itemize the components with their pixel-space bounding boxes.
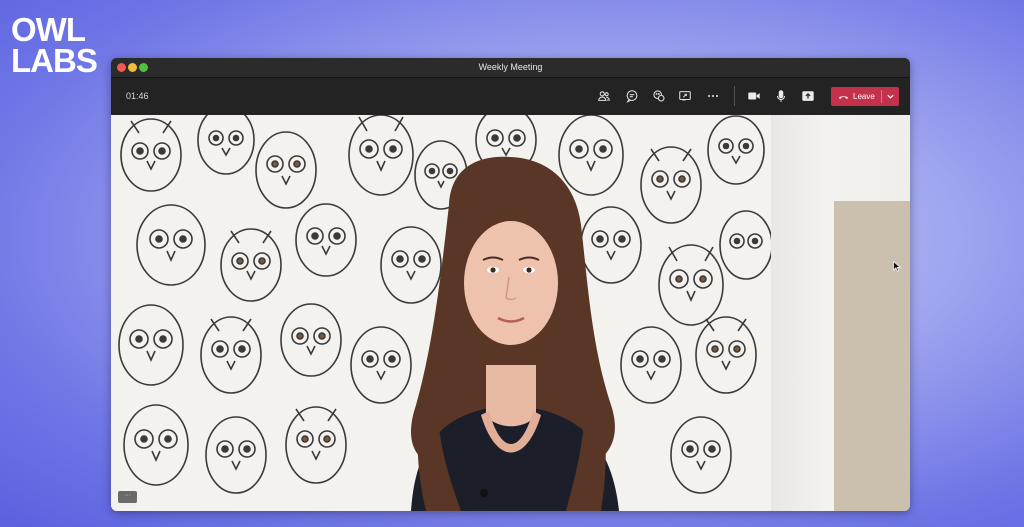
- reactions-icon[interactable]: [651, 88, 667, 104]
- participant-video: [411, 156, 619, 511]
- share-screen-icon[interactable]: [677, 88, 693, 104]
- meeting-timer: 01:46: [126, 91, 149, 101]
- meeting-window: Weekly Meeting 01:46 Leave ···: [111, 58, 910, 511]
- meeting-toolbar: 01:46 Leave: [111, 78, 910, 115]
- leave-label: Leave: [853, 92, 875, 101]
- leave-button[interactable]: Leave: [831, 87, 899, 106]
- share-tray-icon[interactable]: [800, 88, 816, 104]
- phone-hangup-icon: [839, 96, 848, 99]
- toolbar-divider: [734, 86, 735, 106]
- video-feed: ···: [111, 115, 910, 511]
- chevron-down-icon[interactable]: [886, 92, 895, 101]
- people-icon[interactable]: [596, 88, 612, 104]
- owl-labs-logo: OWL LABS: [11, 11, 98, 79]
- logo-line-2: LABS: [11, 42, 98, 79]
- window-title: Weekly Meeting: [478, 62, 543, 72]
- video-options-button[interactable]: ···: [118, 491, 137, 503]
- logo-line-1: OWL: [11, 11, 86, 48]
- camera-icon[interactable]: [746, 88, 762, 104]
- microphone-icon[interactable]: [773, 88, 789, 104]
- leave-separator: [881, 90, 882, 103]
- mouse-cursor-icon: [893, 261, 901, 272]
- title-bar: Weekly Meeting: [111, 58, 910, 78]
- more-icon[interactable]: [705, 88, 721, 104]
- chat-icon[interactable]: [624, 88, 640, 104]
